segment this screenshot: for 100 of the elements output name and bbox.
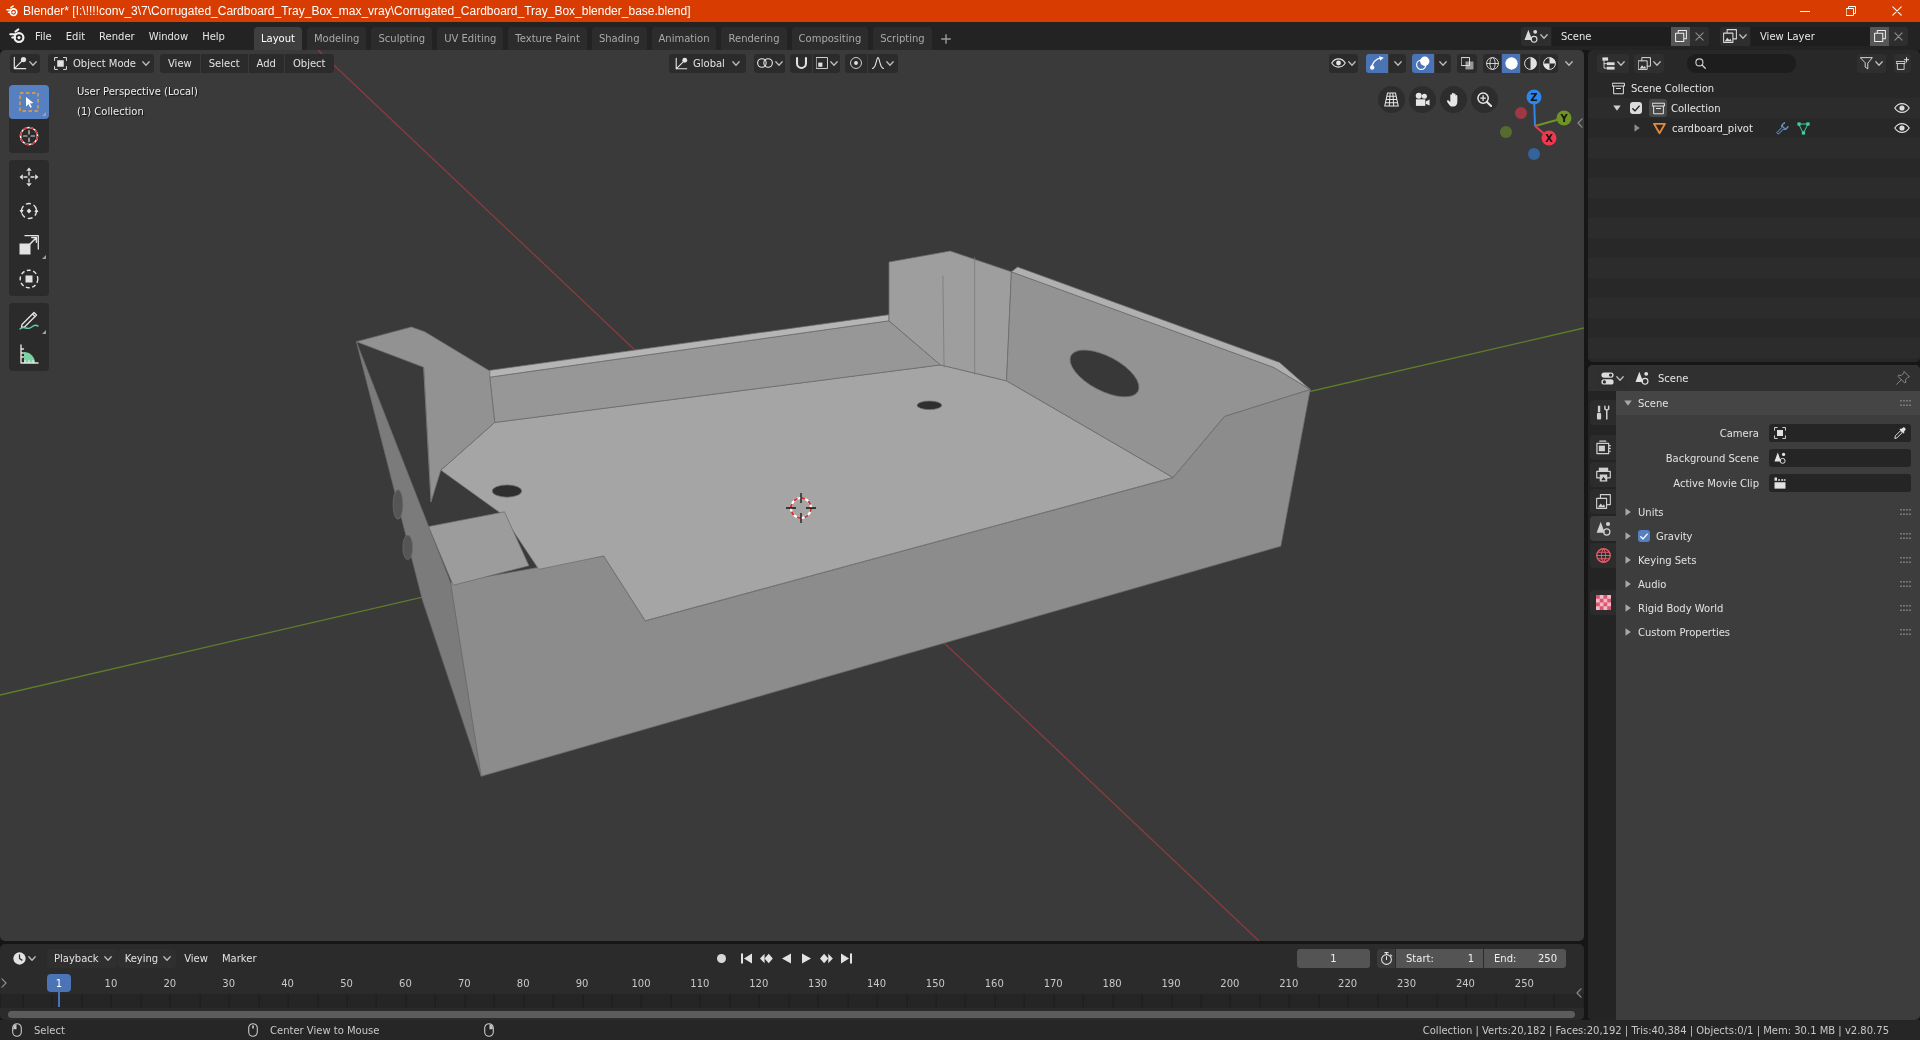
overlays-toggle[interactable] xyxy=(1412,53,1434,73)
outliner-item[interactable]: Collection xyxy=(1671,102,1721,114)
drag-handle-icon[interactable] xyxy=(1900,509,1911,515)
workspace-tab[interactable]: Scripting xyxy=(873,27,932,50)
gizmo-options-dropdown[interactable] xyxy=(1389,53,1406,73)
drag-handle-icon[interactable] xyxy=(1900,557,1911,563)
menu-item[interactable]: Render xyxy=(92,25,142,47)
workspace-tab[interactable]: Texture Paint xyxy=(508,27,587,50)
menu-item[interactable]: View xyxy=(177,948,215,968)
end-frame-field[interactable]: End: 250 xyxy=(1484,948,1566,968)
workspace-tab[interactable]: UV Editing xyxy=(437,27,504,50)
start-frame-field[interactable]: Start: 1 xyxy=(1396,948,1483,968)
disclosure-triangle-icon[interactable] xyxy=(1613,104,1621,112)
pivot-dropdown[interactable] xyxy=(754,53,785,73)
pan-view-button[interactable] xyxy=(1440,86,1467,113)
snap-toggle[interactable] xyxy=(790,53,812,73)
chevron-right-icon[interactable] xyxy=(1,978,7,988)
outliner-item[interactable]: Scene Collection xyxy=(1631,82,1715,94)
snap-element-dropdown[interactable] xyxy=(813,53,840,73)
filter-dropdown[interactable] xyxy=(1857,53,1886,73)
material-shading-button[interactable] xyxy=(1521,53,1539,73)
workspace-tab[interactable]: Shading xyxy=(591,27,647,50)
pin-button[interactable] xyxy=(1896,371,1910,385)
panel-header[interactable]: Audio xyxy=(1616,572,1920,596)
disclosure-triangle-icon[interactable] xyxy=(1633,124,1641,132)
axis-dot-icon[interactable] xyxy=(1500,126,1512,138)
drag-handle-icon[interactable] xyxy=(1900,605,1911,611)
orientation-dropdown[interactable]: Global xyxy=(669,53,746,73)
menu-item[interactable]: Edit xyxy=(58,25,93,47)
drag-handle-icon[interactable] xyxy=(1900,533,1911,539)
workspace-tab[interactable]: Animation xyxy=(651,27,717,50)
panel-checkbox[interactable] xyxy=(1638,530,1650,542)
properties-tab[interactable] xyxy=(1590,462,1616,487)
outliner-item[interactable]: cardboard_pivot xyxy=(1672,122,1753,134)
gizmo-axis-handle[interactable]: Z xyxy=(1526,89,1542,127)
eye-icon[interactable] xyxy=(1894,103,1910,113)
panel-header[interactable]: Custom Properties xyxy=(1616,620,1920,644)
xray-toggle[interactable] xyxy=(1457,53,1477,73)
remove-button[interactable] xyxy=(1889,26,1908,46)
mode-dropdown[interactable]: Object Mode xyxy=(48,53,154,73)
stopwatch-toggle[interactable] xyxy=(1377,948,1395,968)
properties-tab[interactable] xyxy=(1590,435,1616,460)
vertex-triangle-icon[interactable] xyxy=(1796,121,1810,135)
visibility-dropdown[interactable] xyxy=(1329,53,1358,73)
solid-shading-button[interactable] xyxy=(1502,53,1520,73)
falloff-dropdown[interactable] xyxy=(868,53,898,73)
dropdown-menu[interactable]: Playback xyxy=(47,948,117,968)
menu-item[interactable]: Help xyxy=(195,25,232,47)
zoom-view-button[interactable] xyxy=(1471,86,1498,113)
menu-item[interactable]: Add xyxy=(248,53,284,73)
object-field[interactable] xyxy=(1769,424,1911,442)
workspace-tab[interactable]: Layout xyxy=(253,27,302,50)
view-layer-name-field[interactable]: View Layer xyxy=(1751,26,1870,46)
menu-item[interactable]: View xyxy=(160,53,200,73)
duplicate-button[interactable] xyxy=(1671,26,1690,46)
properties-tab[interactable] xyxy=(1590,400,1616,425)
workspace-tab[interactable]: Sculpting xyxy=(371,27,433,50)
properties-tab[interactable] xyxy=(1590,590,1616,615)
properties-tab[interactable] xyxy=(1590,516,1616,541)
panel-header[interactable]: Scene xyxy=(1616,391,1920,415)
3d-viewport[interactable]: Object Mode View Select Add Object Global User Perspective (Local) (1) Collection Z Y X xyxy=(0,50,1584,941)
chevron-left-icon[interactable] xyxy=(1576,988,1582,998)
drag-handle-icon[interactable] xyxy=(1900,581,1911,587)
gizmo-axis-handle[interactable]: Y xyxy=(1534,110,1572,127)
panel-header[interactable]: Keying Sets xyxy=(1616,548,1920,572)
properties-tab[interactable] xyxy=(1590,543,1616,568)
workspace-tab[interactable]: Compositing xyxy=(791,27,869,50)
menu-item[interactable]: Window xyxy=(141,25,196,47)
wrench-icon[interactable] xyxy=(1775,121,1789,135)
editor-type-dropdown[interactable] xyxy=(10,53,40,73)
select-box-tool[interactable] xyxy=(9,85,49,119)
dropdown-menu[interactable]: Keying xyxy=(117,948,177,968)
axis-dot-icon[interactable] xyxy=(1515,107,1527,119)
new-collection-button[interactable] xyxy=(1894,53,1911,73)
view-layer-dropdown[interactable] xyxy=(1634,53,1664,73)
scene-field[interactable] xyxy=(1769,449,1911,467)
perspective-toggle-button[interactable] xyxy=(1378,86,1405,113)
menu-item[interactable]: File xyxy=(28,25,59,47)
drag-handle-icon[interactable] xyxy=(1900,629,1911,635)
eye-icon[interactable] xyxy=(1894,123,1910,133)
menu-item[interactable]: Marker xyxy=(214,948,264,968)
exclude-checkbox[interactable] xyxy=(1630,102,1642,114)
scrollbar-thumb[interactable] xyxy=(8,1010,1575,1018)
scene-name-field[interactable]: Scene xyxy=(1552,26,1671,46)
movie-clip-field[interactable] xyxy=(1769,474,1911,492)
menu-item[interactable]: Select xyxy=(200,53,248,73)
menu-item[interactable]: Object xyxy=(284,53,334,73)
panel-header[interactable]: Units xyxy=(1616,500,1920,524)
overlay-options-dropdown[interactable] xyxy=(1435,53,1451,73)
gizmo-toggle[interactable] xyxy=(1366,53,1388,73)
duplicate-button[interactable] xyxy=(1870,26,1889,46)
scene-browse-button[interactable] xyxy=(1521,26,1551,46)
drag-handle-icon[interactable] xyxy=(1900,400,1911,406)
rendered-shading-button[interactable] xyxy=(1540,53,1558,73)
current-frame-field[interactable]: 1 xyxy=(1297,948,1370,968)
workspace-tab[interactable]: Modeling xyxy=(306,27,367,50)
workspace-tab[interactable]: Rendering xyxy=(721,27,787,50)
camera-view-button[interactable] xyxy=(1409,86,1436,113)
eyedropper-icon[interactable] xyxy=(1894,427,1906,439)
remove-button[interactable] xyxy=(1690,26,1709,46)
